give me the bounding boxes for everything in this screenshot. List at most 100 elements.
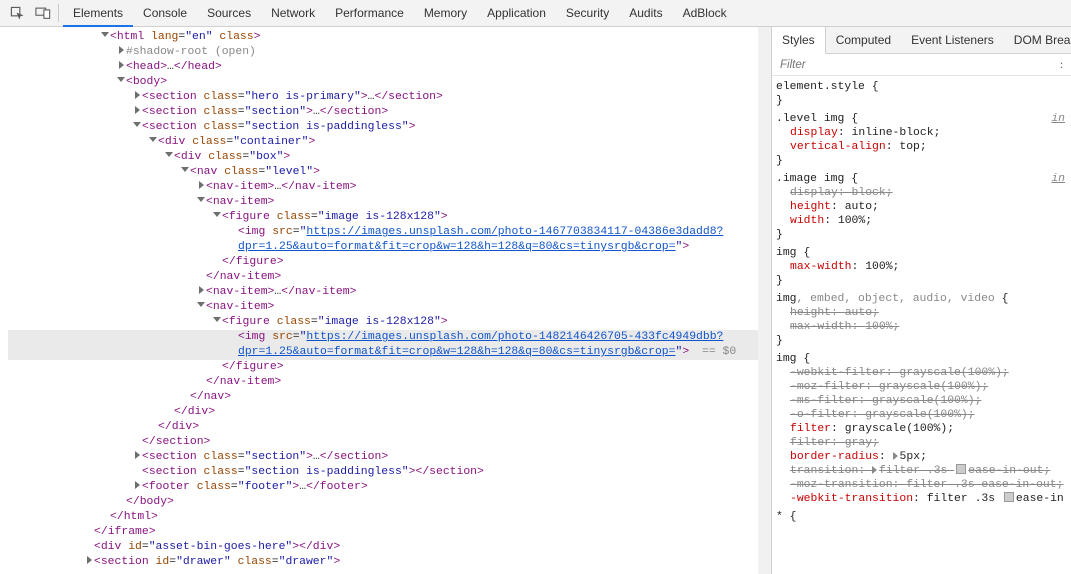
dom-tree-row[interactable]: <nav-item>…</nav-item> xyxy=(8,180,771,195)
expand-toggle-icon[interactable] xyxy=(116,60,126,75)
collapse-toggle-icon[interactable] xyxy=(212,315,222,330)
dom-tree-row[interactable]: <section class="section">…</section> xyxy=(8,450,771,465)
inspect-element-icon[interactable] xyxy=(4,0,30,26)
dom-tree-row[interactable]: <nav-item> xyxy=(8,300,771,315)
styles-tab-event-listeners[interactable]: Event Listeners xyxy=(901,27,1004,53)
collapse-toggle-icon[interactable] xyxy=(196,300,206,315)
dom-tree-row[interactable]: </html> xyxy=(8,510,771,525)
tab-performance[interactable]: Performance xyxy=(325,0,414,27)
tab-sources[interactable]: Sources xyxy=(197,0,261,27)
dom-tree-row[interactable]: </section> xyxy=(8,435,771,450)
no-toggle xyxy=(228,240,238,255)
styles-filter-row: : xyxy=(772,54,1071,76)
dom-tree-row[interactable]: <footer class="footer">…</footer> xyxy=(8,480,771,495)
dom-tree-row[interactable]: </body> xyxy=(8,495,771,510)
dom-tree-row[interactable]: </iframe> xyxy=(8,525,771,540)
expand-toggle-icon[interactable] xyxy=(132,90,142,105)
expand-toggle-icon[interactable] xyxy=(132,450,142,465)
expand-toggle-icon[interactable] xyxy=(196,180,206,195)
dom-tree-row[interactable]: </div> xyxy=(8,405,771,420)
dom-tree-row[interactable]: <head>…</head> xyxy=(8,60,771,75)
selector-img-filters[interactable]: img { xyxy=(776,353,810,365)
dom-tree-row[interactable]: <section class="section">…</section> xyxy=(8,105,771,120)
collapse-toggle-icon[interactable] xyxy=(212,210,222,225)
no-toggle xyxy=(164,405,174,420)
expand-toggle-icon[interactable] xyxy=(196,285,206,300)
stylesheet-link[interactable]: in xyxy=(1051,112,1065,126)
styles-tab-bar: Styles Computed Event Listeners DOM Brea… xyxy=(772,27,1071,54)
stylesheet-link[interactable]: in xyxy=(1051,172,1065,186)
tab-network[interactable]: Network xyxy=(261,0,325,27)
dom-tree-row[interactable]: <section class="section is-paddingless"> xyxy=(8,120,771,135)
dom-tree-row-img-cont[interactable]: dpr=1.25&auto=format&fit=crop&w=128&h=12… xyxy=(8,345,771,360)
selector-star[interactable]: * { xyxy=(776,511,797,523)
scrollbar-track[interactable] xyxy=(758,27,771,574)
collapse-toggle-icon[interactable] xyxy=(148,135,158,150)
tab-application[interactable]: Application xyxy=(477,0,556,27)
dom-tree-row[interactable]: </figure> xyxy=(8,255,771,270)
tab-adblock[interactable]: AdBlock xyxy=(673,0,737,27)
dom-tree-row[interactable]: </nav-item> xyxy=(8,375,771,390)
no-toggle xyxy=(132,435,142,450)
selector-image-img[interactable]: .image img { xyxy=(776,173,858,185)
dom-tree-row-img[interactable]: <img src="https://images.unsplash.com/ph… xyxy=(8,225,771,240)
dom-tree-row[interactable]: <figure class="image is-128x128"> xyxy=(8,210,771,225)
dom-tree-row[interactable]: <html lang="en" class> xyxy=(8,30,771,45)
dom-tree-row[interactable]: <div class="container"> xyxy=(8,135,771,150)
dom-tree-row[interactable]: <section class="section is-paddingless">… xyxy=(8,465,771,480)
no-toggle xyxy=(228,330,238,345)
collapse-toggle-icon[interactable] xyxy=(180,165,190,180)
expand-toggle-icon[interactable] xyxy=(116,45,126,60)
dom-tree-row-img-cont[interactable]: dpr=1.25&auto=format&fit=crop&w=128&h=12… xyxy=(8,240,771,255)
no-toggle xyxy=(228,345,238,360)
dom-tree-row[interactable]: </nav-item> xyxy=(8,270,771,285)
tab-memory[interactable]: Memory xyxy=(414,0,477,27)
elements-tree-panel[interactable]: <html lang="en" class>#shadow-root (open… xyxy=(0,27,771,574)
collapse-toggle-icon[interactable] xyxy=(164,150,174,165)
selector-element-style[interactable]: element.style { xyxy=(776,81,879,93)
no-toggle xyxy=(196,270,206,285)
expand-toggle-icon[interactable] xyxy=(132,480,142,495)
styles-sidebar: Styles Computed Event Listeners DOM Brea… xyxy=(771,27,1071,574)
tab-security[interactable]: Security xyxy=(556,0,619,27)
no-toggle xyxy=(84,525,94,540)
device-toolbar-icon[interactable] xyxy=(30,0,56,26)
dom-tree-row[interactable]: <nav-item>…</nav-item> xyxy=(8,285,771,300)
dom-tree-row[interactable]: <div class="box"> xyxy=(8,150,771,165)
dom-tree-row[interactable]: </div> xyxy=(8,420,771,435)
dom-tree-row[interactable]: <div id="asset-bin-goes-here"></div> xyxy=(8,540,771,555)
devtools-tab-bar: Elements Console Sources Network Perform… xyxy=(0,0,1071,27)
dom-tree-row-img[interactable]: <img src="https://images.unsplash.com/ph… xyxy=(8,330,771,345)
styles-filter-input[interactable] xyxy=(780,59,1060,71)
selector-level-img[interactable]: .level img { xyxy=(776,113,858,125)
dom-tree-row[interactable]: <body> xyxy=(8,75,771,90)
tab-console[interactable]: Console xyxy=(133,0,197,27)
tab-separator xyxy=(58,4,59,22)
styles-rules[interactable]: element.style { } in .level img { displa… xyxy=(772,76,1071,538)
dom-tree-row[interactable]: <nav-item> xyxy=(8,195,771,210)
selector-media-group[interactable]: img, embed, object, audio, video { xyxy=(776,293,1008,305)
collapse-toggle-icon[interactable] xyxy=(100,30,110,45)
dom-tree-row[interactable]: </nav> xyxy=(8,390,771,405)
selector-img[interactable]: img { xyxy=(776,247,810,259)
collapse-toggle-icon[interactable] xyxy=(196,195,206,210)
styles-tab-computed[interactable]: Computed xyxy=(826,27,901,53)
tab-elements[interactable]: Elements xyxy=(63,0,133,27)
no-toggle xyxy=(228,225,238,240)
dom-tree-row[interactable]: <nav class="level"> xyxy=(8,165,771,180)
no-toggle xyxy=(196,375,206,390)
styles-tab-dom-breakpoints[interactable]: DOM Breakpoints xyxy=(1004,27,1071,53)
no-toggle xyxy=(212,360,222,375)
tab-audits[interactable]: Audits xyxy=(619,0,672,27)
collapse-toggle-icon[interactable] xyxy=(132,120,142,135)
dom-tree-row[interactable]: #shadow-root (open) xyxy=(8,45,771,60)
collapse-toggle-icon[interactable] xyxy=(116,75,126,90)
expand-toggle-icon[interactable] xyxy=(132,105,142,120)
no-toggle xyxy=(132,465,142,480)
dom-tree-row[interactable]: <section class="hero is-primary">…</sect… xyxy=(8,90,771,105)
dom-tree-row[interactable]: <figure class="image is-128x128"> xyxy=(8,315,771,330)
no-toggle xyxy=(180,390,190,405)
dom-tree-row[interactable]: <section id="drawer" class="drawer"> xyxy=(8,555,771,570)
dom-tree-row[interactable]: </figure> xyxy=(8,360,771,375)
styles-tab-styles[interactable]: Styles xyxy=(772,27,826,54)
